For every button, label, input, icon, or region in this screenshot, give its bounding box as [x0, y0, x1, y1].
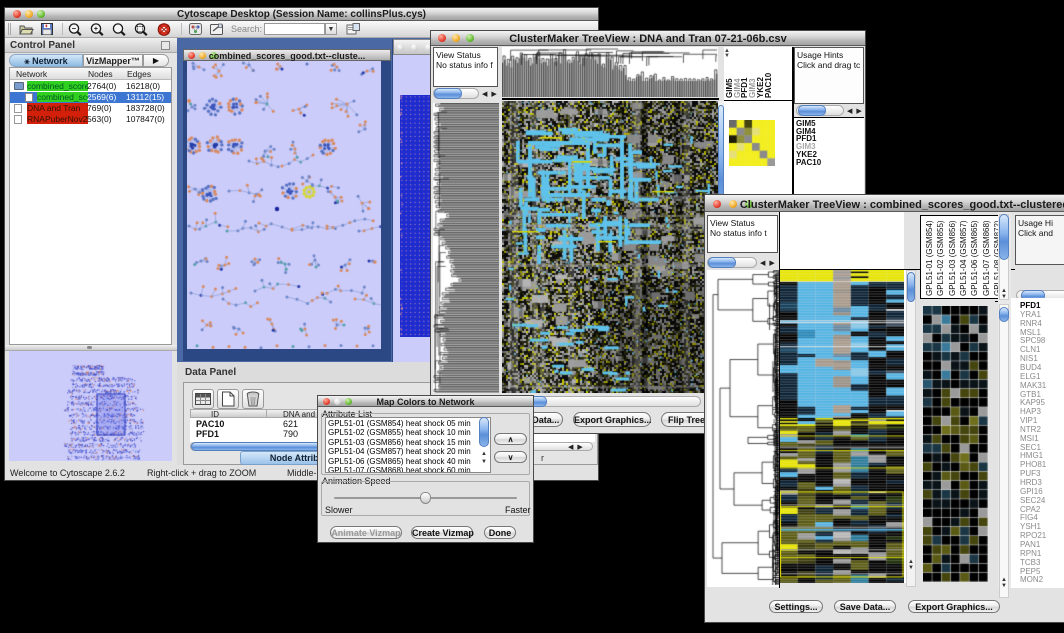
svg-text:−: −: [72, 24, 77, 33]
svg-text:+: +: [94, 24, 99, 33]
svg-text:⬚: ⬚: [136, 24, 143, 33]
